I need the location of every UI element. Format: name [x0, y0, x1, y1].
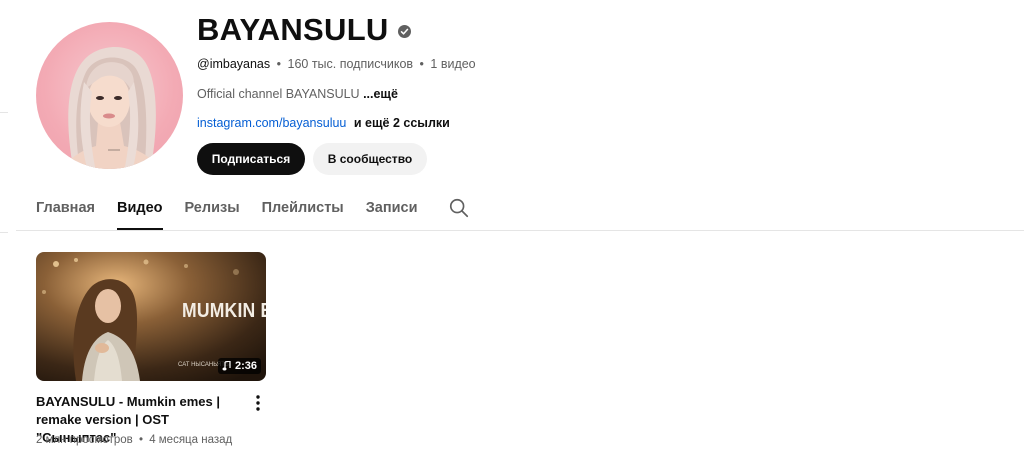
meta-separator: • — [419, 57, 424, 71]
channel-tabs: Главная Видео Релизы Плейлисты Записи — [36, 196, 470, 230]
video-count: 1 видео — [430, 57, 476, 71]
avatar-image — [63, 46, 159, 169]
left-edge-divider — [0, 112, 8, 113]
meta-separator: • — [138, 434, 143, 446]
meta-separator: • — [276, 57, 282, 71]
subscribe-button[interactable]: Подписаться — [197, 143, 305, 175]
thumbnail-title-text: MUMKIN EMES — [182, 300, 266, 322]
video-duration-badge: 2:36 — [217, 358, 261, 374]
tab-playlists[interactable]: Плейлисты — [262, 196, 344, 230]
channel-meta: @imbayanas • 160 тыс. подписчиков • 1 ви… — [197, 57, 476, 71]
upload-age: 4 месяца назад — [149, 434, 233, 446]
duration-text: 2:36 — [234, 360, 257, 372]
tabs-divider — [16, 230, 1024, 231]
channel-page: BAYANSULU @imbayanas • 160 тыс. подписчи… — [0, 0, 1024, 460]
tab-releases[interactable]: Релизы — [185, 196, 240, 230]
channel-name-text: BAYANSULU — [197, 12, 389, 47]
subscriber-count: 160 тыс. подписчиков — [287, 57, 414, 71]
description-text: Official channel BAYANSULU — [197, 87, 360, 101]
community-button[interactable]: В сообщество — [313, 143, 427, 175]
instagram-link[interactable]: instagram.com/bayansuluu — [197, 116, 346, 130]
music-note-icon — [222, 361, 231, 371]
tab-videos[interactable]: Видео — [116, 196, 163, 230]
channel-handle: @imbayanas — [197, 57, 271, 71]
channel-links: instagram.com/bayansuluu и ещё 2 ссылки — [197, 116, 450, 130]
left-edge-divider — [0, 232, 8, 233]
verified-icon — [397, 25, 411, 38]
more-links-button[interactable]: и ещё 2 ссылки — [354, 116, 450, 130]
video-meta: 2 млн просмотров • 4 месяца назад — [36, 434, 232, 446]
description-more-link[interactable]: ...ещё — [363, 87, 398, 101]
video-thumbnail[interactable]: MUMKIN EMES САТ НЫСАНЬЯТЫ 2:36 — [36, 252, 266, 381]
channel-name: BAYANSULU — [197, 12, 411, 48]
tab-home[interactable]: Главная — [36, 196, 95, 230]
view-count: 2 млн просмотров — [36, 434, 133, 446]
channel-description[interactable]: Official channel BAYANSULU ...ещё — [197, 87, 398, 101]
tab-posts[interactable]: Записи — [366, 196, 418, 230]
channel-avatar[interactable] — [36, 22, 183, 169]
search-icon[interactable] — [448, 197, 470, 219]
more-vert-icon[interactable] — [252, 393, 264, 413]
